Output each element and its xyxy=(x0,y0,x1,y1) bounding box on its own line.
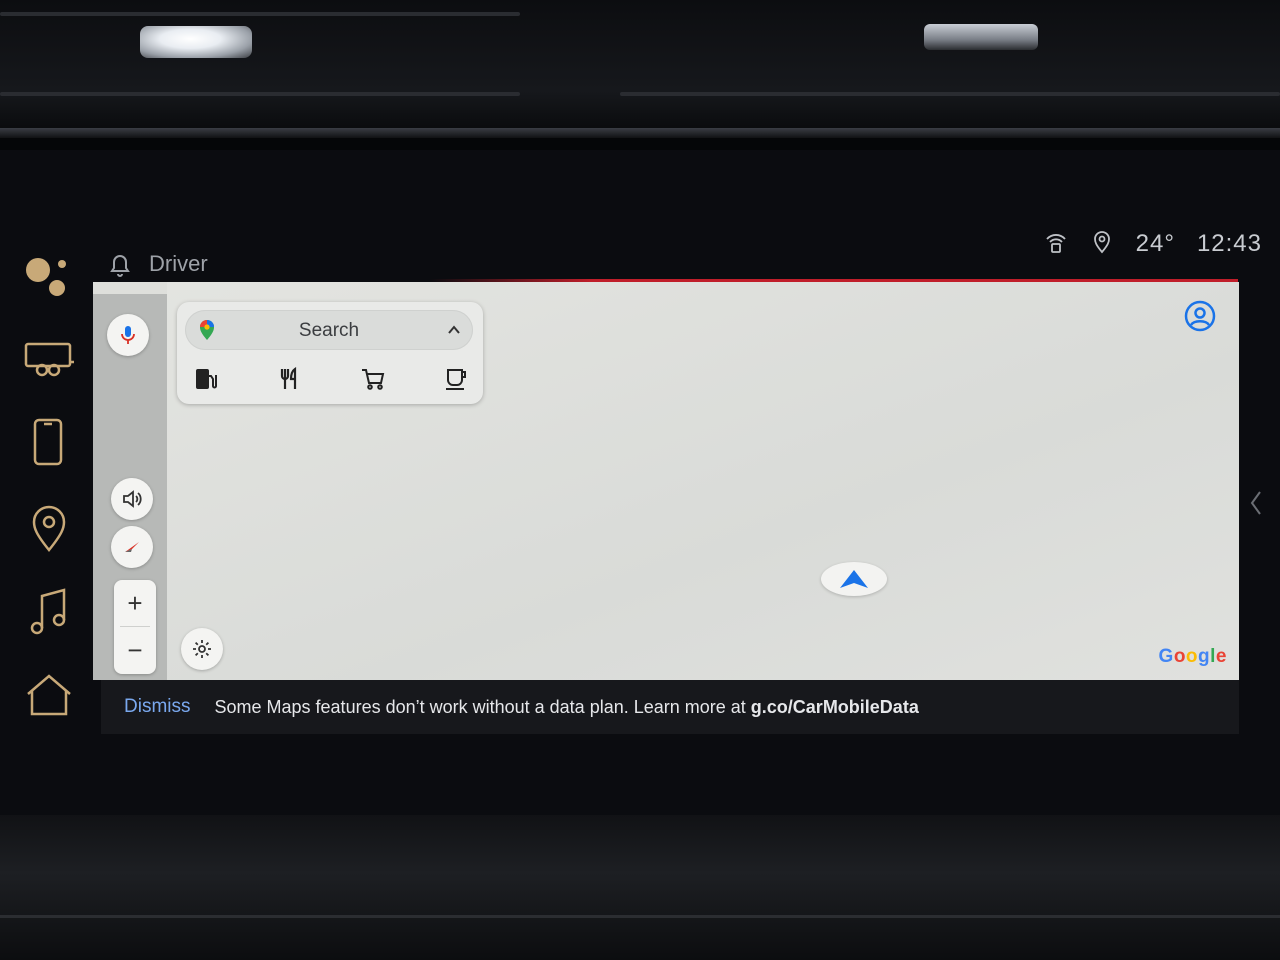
coffee-icon[interactable] xyxy=(441,364,471,394)
dismiss-button[interactable]: Dismiss xyxy=(124,696,191,718)
search-card: Search xyxy=(177,302,483,404)
search-placeholder: Search xyxy=(298,320,360,341)
vent-slat xyxy=(0,92,520,96)
outside-temperature: 24° xyxy=(1135,230,1175,257)
location-status-icon xyxy=(1090,230,1114,259)
music-note-icon[interactable] xyxy=(22,584,76,638)
chevron-up-icon[interactable] xyxy=(445,321,463,339)
android-auto-screen: + − Search Google xyxy=(93,282,1239,680)
location-pin-icon[interactable] xyxy=(22,502,76,556)
vent-knob xyxy=(924,24,1038,50)
category-shortcuts xyxy=(191,364,471,398)
vent-slat xyxy=(620,92,1280,96)
search-bar[interactable]: Search xyxy=(185,310,473,350)
google-logo: Google xyxy=(1158,646,1227,667)
vent-light xyxy=(140,26,252,58)
banner-text: Some Maps features don’t work without a … xyxy=(214,696,751,717)
gear-icon xyxy=(191,638,213,660)
phone-icon[interactable] xyxy=(22,416,76,470)
wireless-connection-icon xyxy=(1044,230,1068,259)
chevron-left-icon[interactable] xyxy=(1246,488,1266,518)
assistant-dots-icon[interactable] xyxy=(22,250,76,304)
driver-profile-label[interactable]: Driver xyxy=(149,251,208,277)
voice-guidance-button[interactable] xyxy=(111,478,153,520)
compass-button[interactable] xyxy=(111,526,153,568)
vent-slat xyxy=(0,12,520,16)
compass-icon xyxy=(121,536,143,558)
zoom-in-button[interactable]: + xyxy=(114,580,156,626)
account-icon[interactable] xyxy=(1183,299,1217,333)
gas-station-icon[interactable] xyxy=(191,364,221,394)
status-bar: 24° 12:43 xyxy=(1044,224,1262,264)
banner-message: Some Maps features don’t work without a … xyxy=(215,697,919,718)
notification-bell-icon[interactable] xyxy=(108,252,132,278)
home-icon[interactable] xyxy=(22,668,76,722)
current-location-marker xyxy=(821,562,887,596)
dashboard-trim-edge xyxy=(0,128,1280,138)
clock: 12:43 xyxy=(1196,230,1262,257)
voice-search-button[interactable] xyxy=(107,314,149,356)
restaurant-icon[interactable] xyxy=(274,364,304,394)
zoom-controls: + − xyxy=(114,580,156,674)
data-plan-banner: Dismiss Some Maps features don’t work wi… xyxy=(101,680,1239,734)
banner-link[interactable]: g.co/CarMobileData xyxy=(751,697,919,717)
speaker-icon xyxy=(121,488,143,510)
native-sidebar xyxy=(0,240,95,730)
navigation-arrow-icon xyxy=(838,568,870,590)
dashboard-top-trim xyxy=(0,0,1280,130)
trailer-icon[interactable] xyxy=(22,332,76,386)
microphone-icon xyxy=(117,324,139,346)
dashboard-bottom-trim xyxy=(0,815,1280,960)
dashboard-line xyxy=(0,915,1280,918)
zoom-out-button[interactable]: − xyxy=(114,627,156,673)
grocery-cart-icon[interactable] xyxy=(358,364,388,394)
settings-button[interactable] xyxy=(181,628,223,670)
